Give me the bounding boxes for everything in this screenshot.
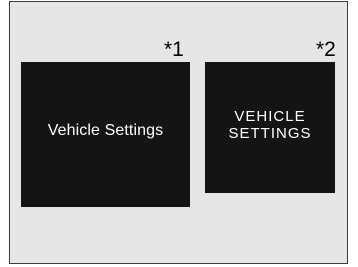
display-screen-variant-2: VEHICLE SETTINGS: [205, 62, 335, 193]
footnote-marker-1: *1: [164, 38, 184, 61]
vehicle-settings-label-uppercase: VEHICLE SETTINGS: [228, 107, 312, 142]
vehicle-settings-label: Vehicle Settings: [47, 121, 164, 139]
footnote-marker-2: *2: [316, 38, 336, 61]
display-screen-variant-1: Vehicle Settings: [21, 62, 190, 207]
